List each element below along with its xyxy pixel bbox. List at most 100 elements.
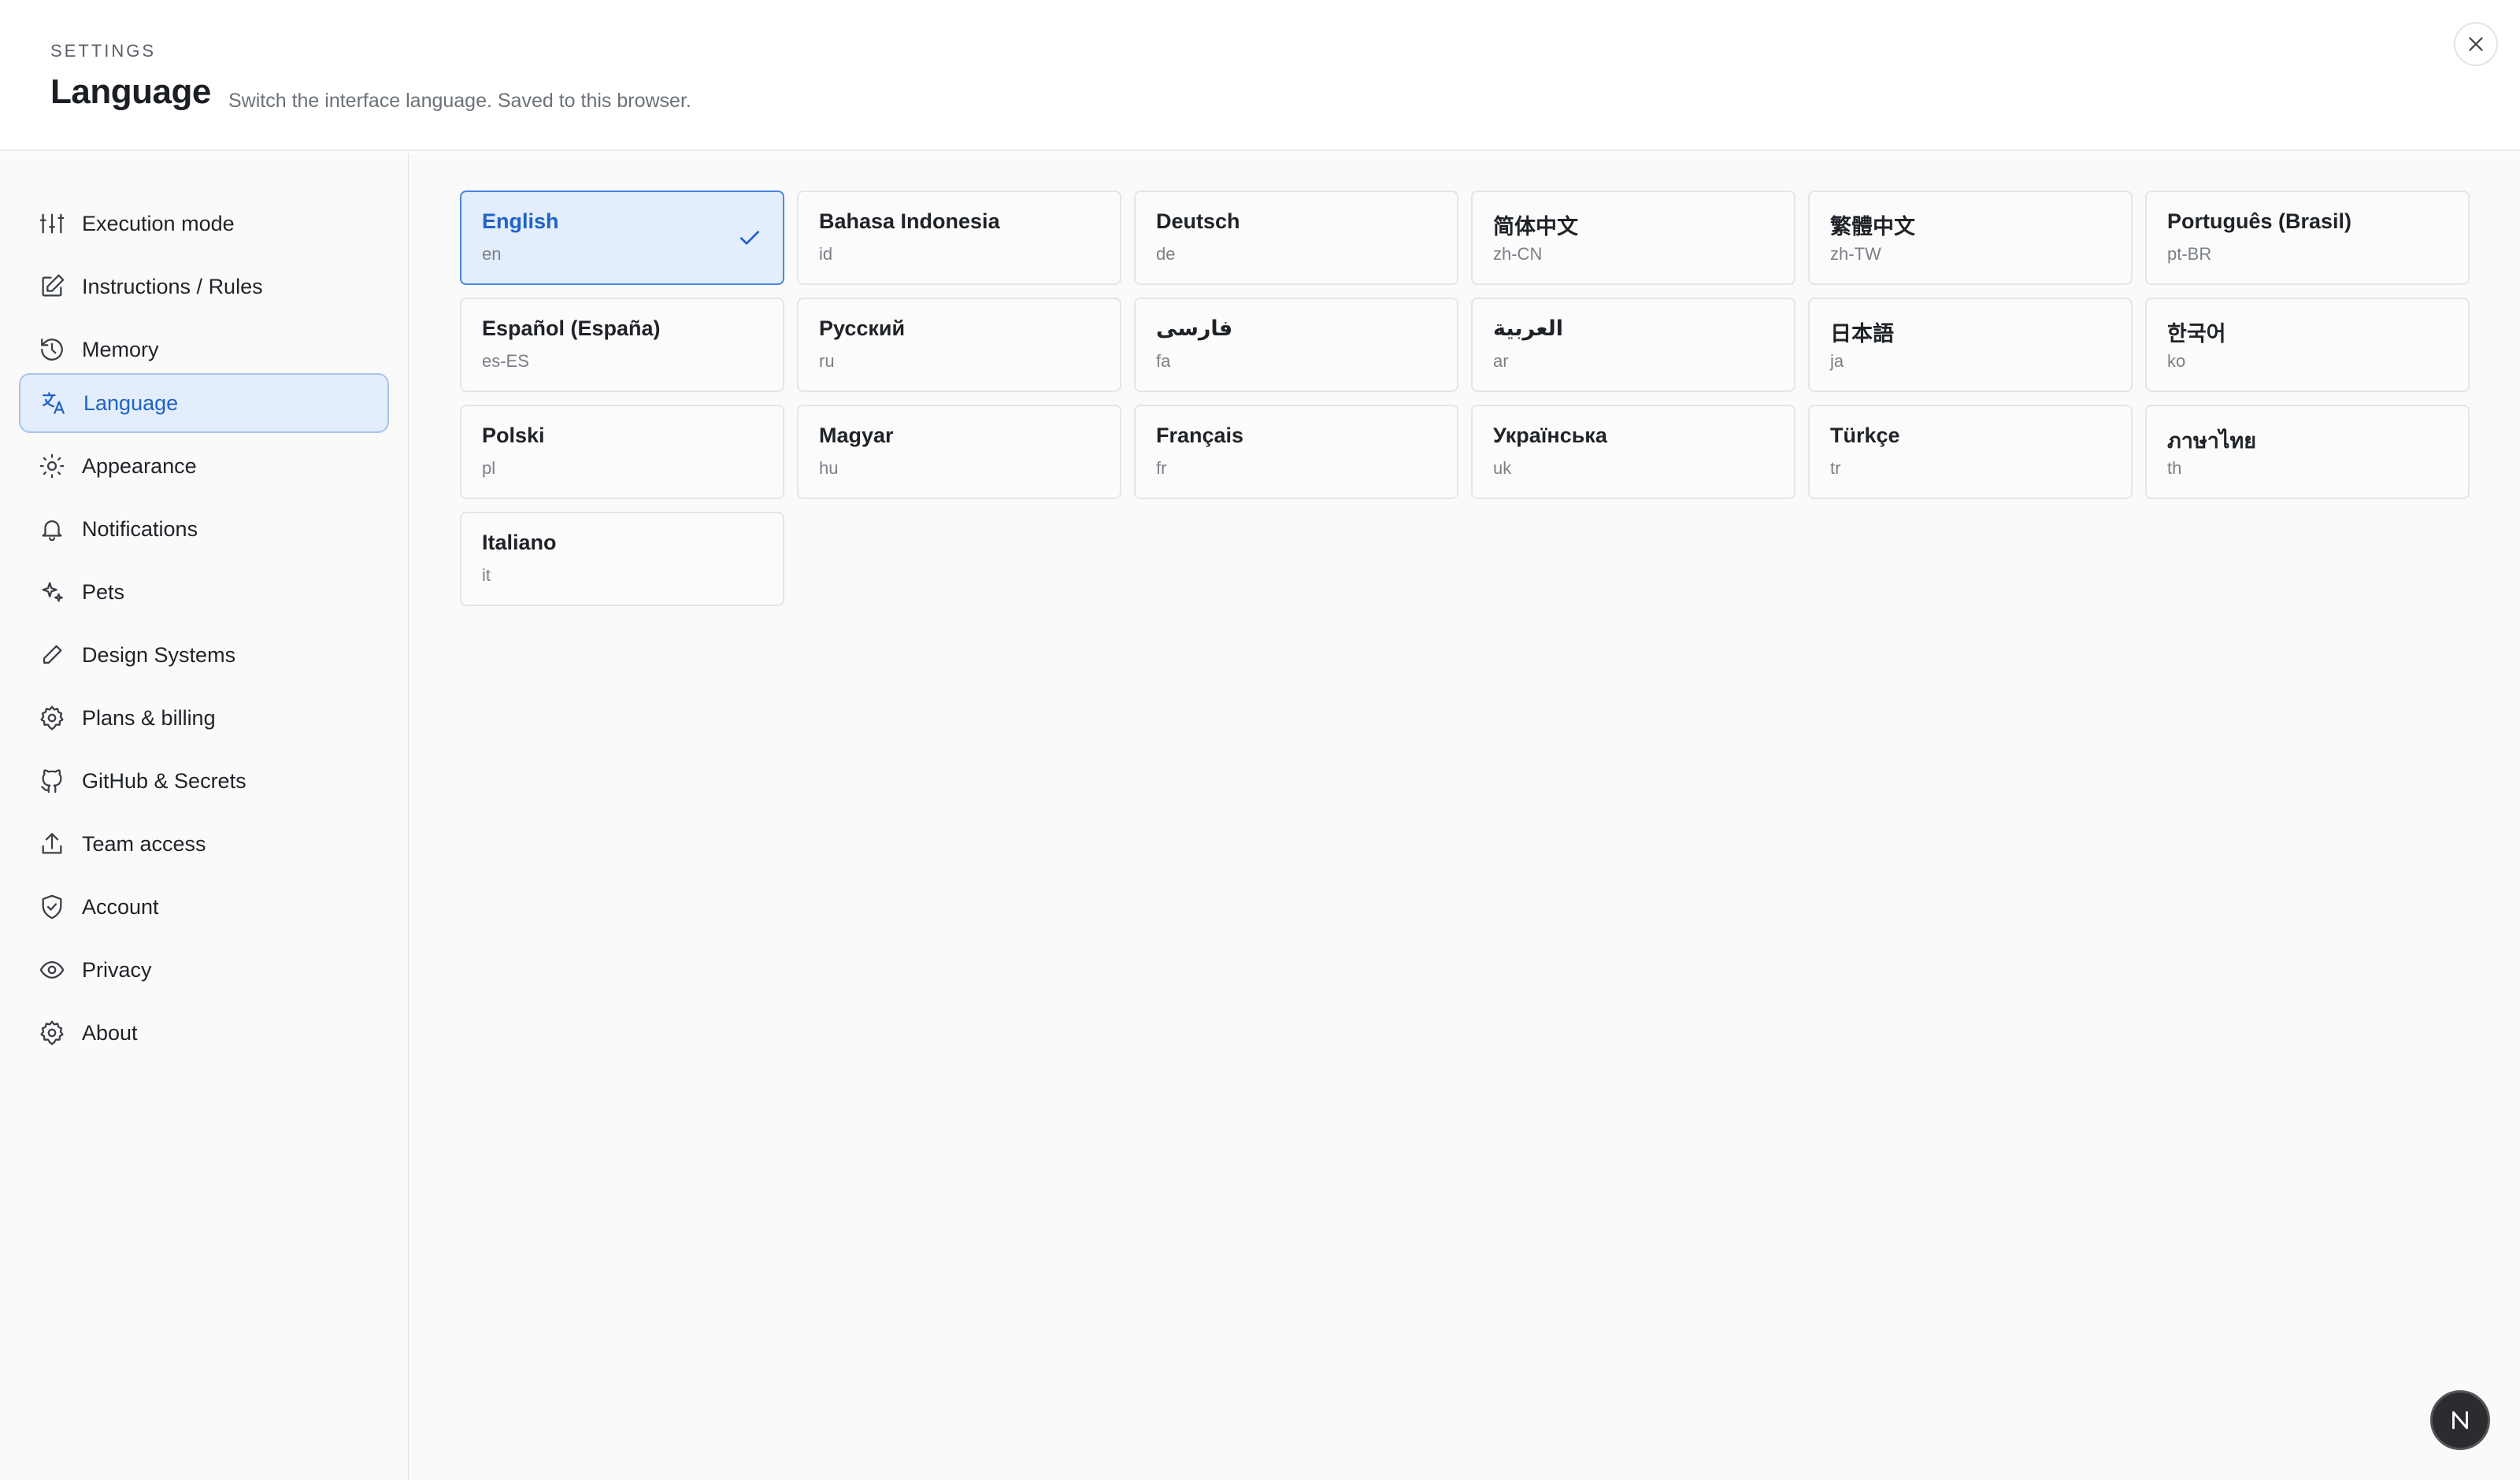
- language-code: th: [2167, 458, 2182, 478]
- sidebar-item-team-access[interactable]: Team access: [19, 814, 389, 874]
- sidebar-item-design-systems[interactable]: Design Systems: [19, 625, 389, 685]
- sidebar-item-label: Design Systems: [82, 642, 236, 667]
- language-option-ru[interactable]: Русский ru: [797, 298, 1121, 392]
- language-option-zh-cn[interactable]: 简体中文 zh-CN: [1471, 191, 1796, 285]
- sidebar-item-label: GitHub & Secrets: [82, 768, 246, 793]
- language-name: 简体中文: [1493, 215, 1578, 239]
- sidebar-item-label: Team access: [82, 831, 206, 856]
- language-option-de[interactable]: Deutsch de: [1134, 191, 1458, 285]
- language-option-id[interactable]: Bahasa Indonesia id: [797, 191, 1121, 285]
- sidebar-item-notifications[interactable]: Notifications: [19, 499, 389, 559]
- language-option-zh-tw[interactable]: 繁體中文 zh-TW: [1808, 191, 2133, 285]
- sidebar-item-label: About: [82, 1020, 138, 1045]
- language-option-es-es[interactable]: Español (España) es-ES: [460, 298, 784, 392]
- language-name: Українська: [1493, 424, 1607, 447]
- language-code: ar: [1493, 351, 1509, 371]
- sidebar-item-instructions-rules[interactable]: Instructions / Rules: [19, 257, 389, 316]
- language-code: es-ES: [482, 351, 529, 371]
- language-code: zh-TW: [1830, 244, 1881, 264]
- language-name: Русский: [819, 316, 906, 340]
- language-name: Português (Brasil): [2167, 209, 2352, 233]
- language-name: Bahasa Indonesia: [819, 209, 1000, 233]
- language-name: English: [482, 209, 559, 233]
- language-code: hu: [819, 458, 839, 478]
- bell-icon: [38, 515, 66, 543]
- gear-icon: [38, 1019, 66, 1047]
- avatar-n-icon: [2452, 1411, 2468, 1430]
- language-option-uk[interactable]: Українська uk: [1471, 405, 1796, 499]
- language-option-fa[interactable]: فارسی fa: [1134, 298, 1458, 392]
- language-name: العربية: [1493, 316, 1563, 340]
- language-name: Polski: [482, 424, 545, 447]
- sidebar-item-appearance[interactable]: Appearance: [19, 436, 389, 496]
- language-name: Français: [1156, 424, 1244, 447]
- sidebar-item-memory[interactable]: Memory: [19, 320, 389, 379]
- language-code: de: [1156, 244, 1176, 264]
- settings-eyebrow: SETTINGS: [50, 41, 157, 61]
- language-code: en: [482, 244, 502, 264]
- shield-check-icon: [38, 893, 66, 921]
- language-option-ar[interactable]: العربية ar: [1471, 298, 1796, 392]
- settings-header: SETTINGS Language Switch the interface l…: [0, 0, 2520, 151]
- sidebar-item-execution-mode[interactable]: Execution mode: [19, 194, 389, 253]
- sidebar-item-pets[interactable]: Pets: [19, 562, 389, 622]
- sidebar-item-label: Plans & billing: [82, 705, 216, 730]
- language-option-ja[interactable]: 日本語 ja: [1808, 298, 2133, 392]
- sun-icon: [38, 452, 66, 480]
- page-title: Language: [50, 72, 211, 111]
- sidebar-item-about[interactable]: About: [19, 1003, 389, 1063]
- language-code: it: [482, 565, 491, 585]
- language-code: uk: [1493, 458, 1512, 478]
- language-option-fr[interactable]: Français fr: [1134, 405, 1458, 499]
- language-name: Italiano: [482, 531, 557, 554]
- sparkles-icon: [38, 578, 66, 606]
- sidebar-item-language[interactable]: Language: [19, 373, 389, 433]
- language-option-hu[interactable]: Magyar hu: [797, 405, 1121, 499]
- language-code: fa: [1156, 351, 1171, 371]
- edit-icon: [38, 272, 66, 301]
- language-code: fr: [1156, 458, 1167, 478]
- github-icon: [38, 767, 66, 795]
- language-name: 日本語: [1830, 322, 1894, 346]
- language-option-en[interactable]: English en: [460, 191, 784, 285]
- language-code: ja: [1830, 351, 1844, 371]
- sidebar-item-github-secrets[interactable]: GitHub & Secrets: [19, 751, 389, 811]
- sidebar-item-label: Memory: [82, 337, 159, 361]
- sidebar-item-account[interactable]: Account: [19, 877, 389, 937]
- language-code: pt-BR: [2167, 244, 2212, 264]
- language-option-th[interactable]: ภาษาไทย th: [2145, 405, 2470, 499]
- sidebar-item-label: Language: [83, 390, 179, 415]
- language-option-tr[interactable]: Türkçe tr: [1808, 405, 2133, 499]
- language-code: pl: [482, 458, 496, 478]
- close-icon: [2469, 37, 2483, 51]
- language-option-ko[interactable]: 한국어 ko: [2145, 298, 2470, 392]
- language-option-pl[interactable]: Polski pl: [460, 405, 784, 499]
- sidebar-item-privacy[interactable]: Privacy: [19, 940, 389, 1000]
- language-name: Magyar: [819, 424, 894, 447]
- language-panel: English en Bahasa Indonesia id Deutsch d…: [411, 153, 2520, 1480]
- user-avatar-button[interactable]: [2430, 1390, 2490, 1450]
- language-name: Deutsch: [1156, 209, 1240, 233]
- language-code: id: [819, 244, 833, 264]
- sidebar-item-plans-billing[interactable]: Plans & billing: [19, 688, 389, 748]
- language-name: Türkçe: [1830, 424, 1900, 447]
- sidebar-item-label: Appearance: [82, 453, 197, 478]
- language-code: ko: [2167, 351, 2186, 371]
- sidebar-item-label: Pets: [82, 579, 125, 604]
- close-button[interactable]: [2454, 22, 2498, 66]
- eye-icon: [38, 956, 66, 984]
- language-name: 한국어: [2167, 322, 2226, 346]
- sidebar-item-label: Notifications: [82, 516, 198, 541]
- check-icon: [740, 231, 759, 245]
- page-subtitle: Switch the interface language. Saved to …: [228, 90, 691, 112]
- settings-sidebar: Execution mode Instructions / Rules Memo…: [0, 153, 410, 1480]
- language-code: ru: [819, 351, 835, 371]
- share-icon: [38, 830, 66, 858]
- sidebar-item-label: Execution mode: [82, 211, 235, 235]
- sliders-icon: [38, 209, 66, 238]
- language-name: فارسی: [1156, 316, 1233, 340]
- sidebar-item-label: Instructions / Rules: [82, 274, 263, 298]
- language-name: Español (España): [482, 316, 661, 340]
- language-option-it[interactable]: Italiano it: [460, 512, 784, 606]
- language-option-pt-br[interactable]: Português (Brasil) pt-BR: [2145, 191, 2470, 285]
